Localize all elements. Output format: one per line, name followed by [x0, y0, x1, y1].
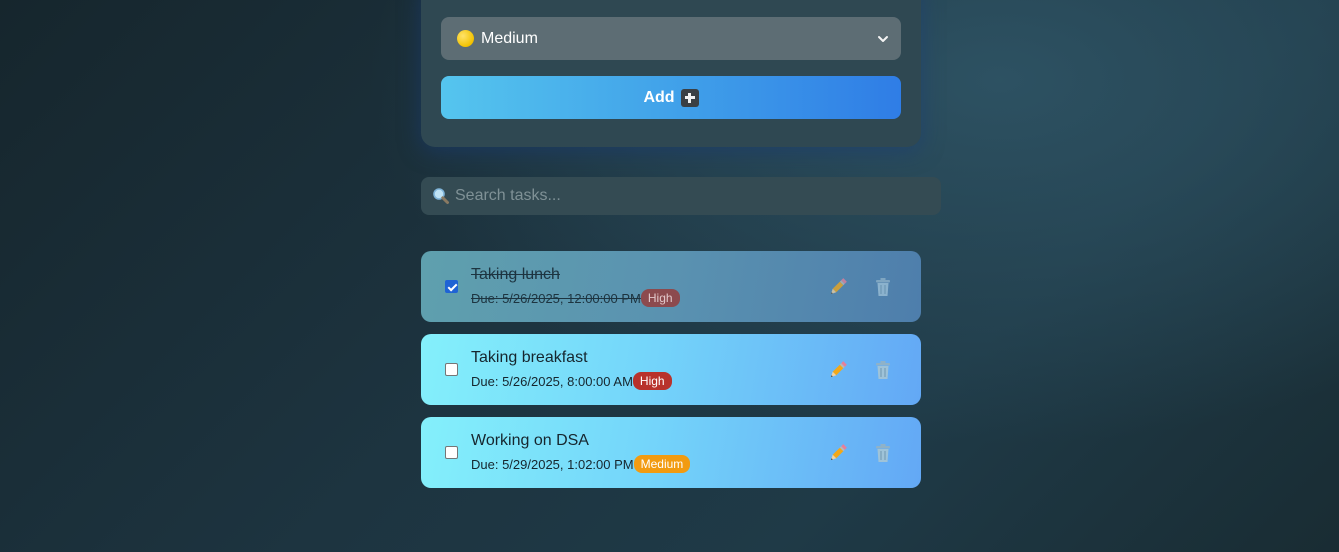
task-complete-checkbox[interactable]: [445, 446, 458, 459]
pencil-icon: [830, 444, 847, 461]
task-list: Taking lunch Due: 5/26/2025, 12:00:00 PM…: [421, 251, 921, 500]
search-icon: [431, 186, 451, 206]
priority-badge: High: [640, 289, 680, 307]
delete-button[interactable]: [871, 441, 895, 465]
task-item: Taking lunch Due: 5/26/2025, 12:00:00 PM…: [421, 251, 921, 322]
trash-icon: [876, 444, 890, 462]
yellow-circle-icon: [457, 30, 474, 47]
task-item: Taking breakfast Due: 5/26/2025, 8:00:00…: [421, 334, 921, 405]
task-title: Taking breakfast: [471, 349, 588, 366]
edit-button[interactable]: [826, 275, 850, 299]
task-due-date: Due: 5/26/2025, 8:00:00 AM: [471, 373, 633, 389]
priority-badge: Medium: [633, 455, 691, 473]
task-form-card: Medium Add: [421, 0, 921, 147]
task-title: Working on DSA: [471, 432, 589, 449]
task-title: Taking lunch: [471, 266, 560, 283]
search-input[interactable]: [455, 187, 925, 205]
priority-select[interactable]: Medium: [441, 17, 901, 60]
trash-icon: [876, 278, 890, 296]
pencil-icon: [830, 361, 847, 378]
priority-select-value: Medium: [481, 29, 538, 47]
plus-icon: [680, 88, 699, 107]
task-meta: Due: 5/26/2025, 12:00:00 PM High: [471, 289, 680, 307]
pencil-icon: [830, 278, 847, 295]
delete-button[interactable]: [871, 275, 895, 299]
task-complete-checkbox[interactable]: [445, 280, 458, 293]
delete-button[interactable]: [871, 358, 895, 382]
priority-badge: High: [632, 372, 672, 390]
add-task-button[interactable]: Add: [441, 76, 901, 119]
chevron-down-icon: [877, 33, 889, 45]
edit-button[interactable]: [826, 441, 850, 465]
edit-button[interactable]: [826, 358, 850, 382]
task-meta: Due: 5/26/2025, 8:00:00 AM High: [471, 372, 672, 390]
task-item: Working on DSA Due: 5/29/2025, 1:02:00 P…: [421, 417, 921, 488]
task-due-date: Due: 5/26/2025, 12:00:00 PM: [471, 290, 641, 306]
trash-icon: [876, 361, 890, 379]
task-due-date: Due: 5/29/2025, 1:02:00 PM: [471, 456, 634, 472]
task-complete-checkbox[interactable]: [445, 363, 458, 376]
search-box[interactable]: [421, 177, 941, 215]
task-meta: Due: 5/29/2025, 1:02:00 PM Medium: [471, 455, 691, 473]
add-button-label: Add: [643, 88, 675, 106]
